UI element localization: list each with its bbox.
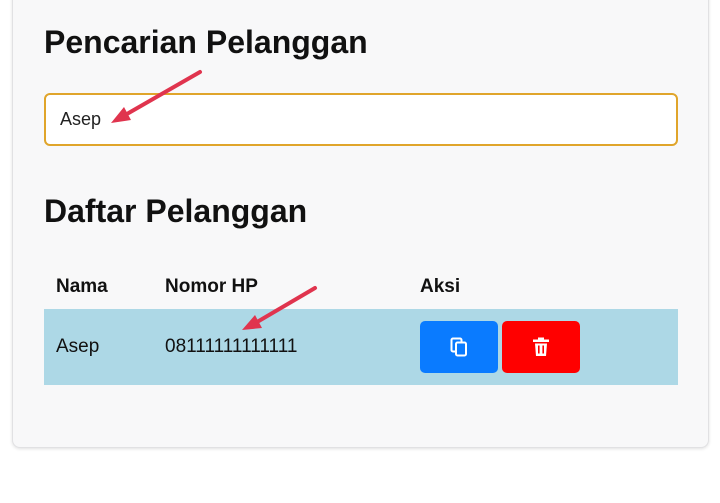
annotation-arrow-search	[111, 70, 317, 330]
